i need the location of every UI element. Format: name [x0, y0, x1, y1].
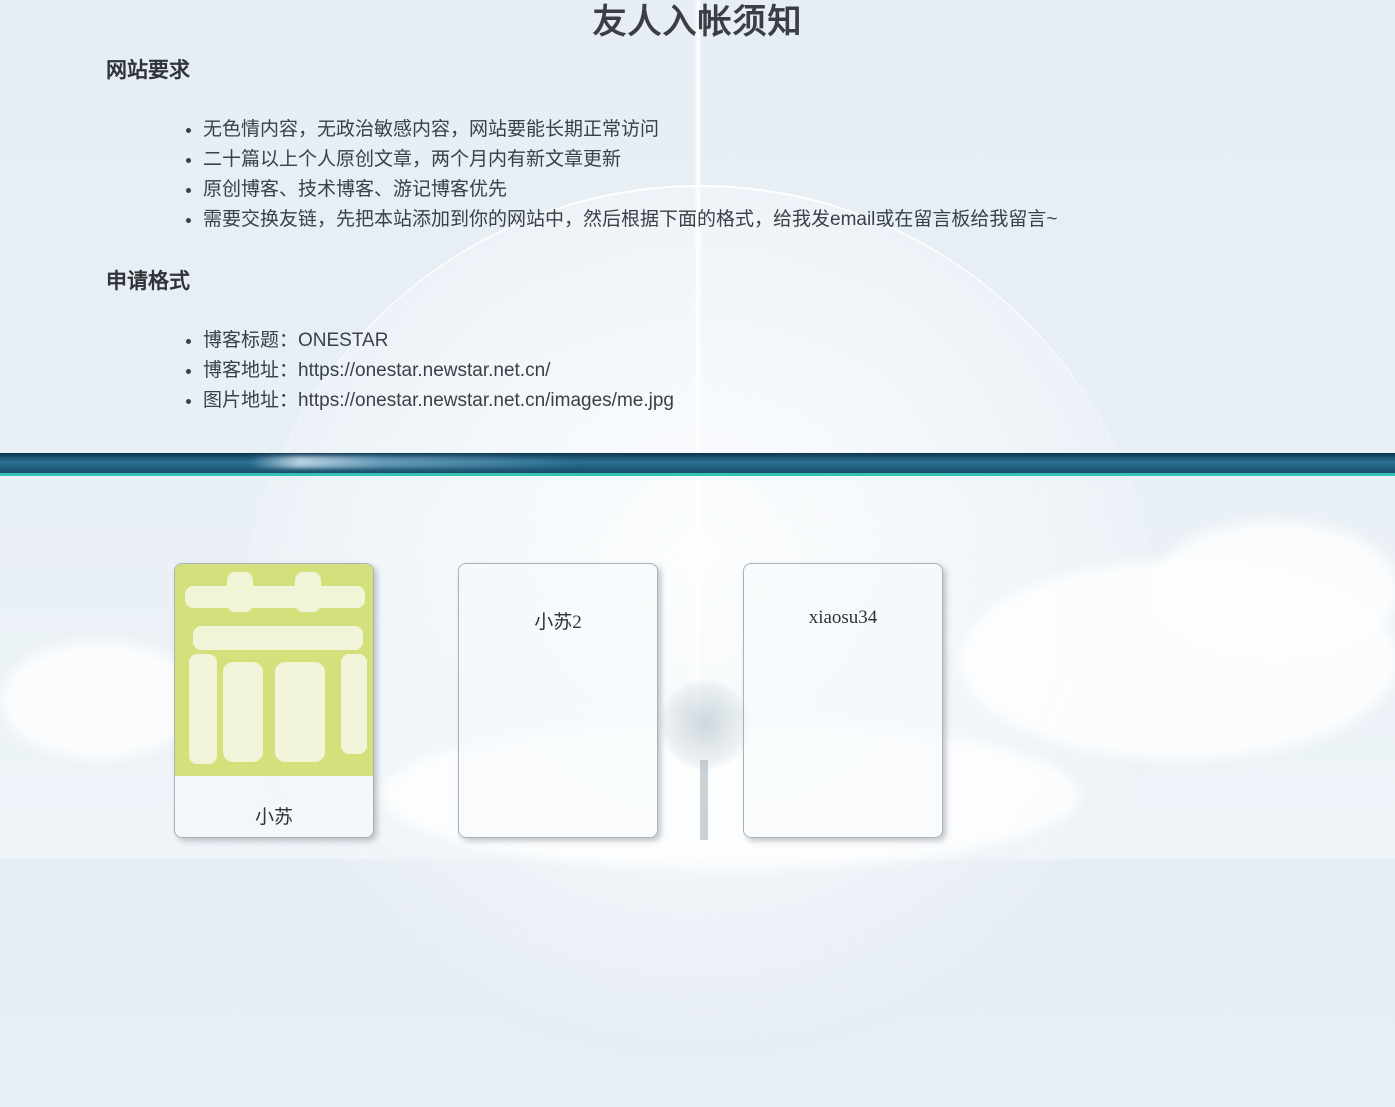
- friend-avatar[interactable]: [175, 564, 373, 776]
- background-tree: [660, 680, 750, 770]
- friend-name[interactable]: xiaosu34: [744, 607, 942, 629]
- list-item: 博客地址：https://onestar.newstar.net.cn/: [203, 356, 674, 386]
- list-item: 博客标题：ONESTAR: [203, 326, 674, 356]
- format-list: 博客标题：ONESTAR 博客地址：https://onestar.newsta…: [175, 326, 674, 416]
- background-cloud: [0, 640, 200, 760]
- section-divider: [0, 453, 1395, 473]
- page-title: 友人入帐须知: [592, 3, 803, 41]
- friend-card[interactable]: 小苏2: [458, 563, 658, 838]
- list-item: 二十篇以上个人原创文章，两个月内有新文章更新: [203, 145, 1058, 175]
- divider-shine: [250, 456, 580, 468]
- friend-card[interactable]: xiaosu34: [743, 563, 943, 838]
- requirements-list: 无色情内容，无政治敏感内容，网站要能长期正常访问 二十篇以上个人原创文章，两个月…: [175, 115, 1058, 235]
- divider-accent-line: [0, 473, 1395, 476]
- friend-name[interactable]: 小苏2: [459, 607, 657, 634]
- background-cloud: [1150, 520, 1395, 660]
- format-heading: 申请格式: [106, 270, 190, 293]
- friend-name[interactable]: 小苏: [175, 802, 373, 829]
- list-item: 原创博客、技术博客、游记博客优先: [203, 175, 1058, 205]
- background-tree-trunk: [700, 760, 708, 840]
- requirements-heading: 网站要求: [106, 59, 190, 82]
- friend-card[interactable]: 小苏: [174, 563, 374, 838]
- list-item: 需要交换友链，先把本站添加到你的网站中，然后根据下面的格式，给我发email或在…: [203, 205, 1058, 235]
- list-item: 无色情内容，无政治敏感内容，网站要能长期正常访问: [203, 115, 1058, 145]
- list-item: 图片地址：https://onestar.newstar.net.cn/imag…: [203, 386, 674, 416]
- su-character-icon: [175, 564, 373, 776]
